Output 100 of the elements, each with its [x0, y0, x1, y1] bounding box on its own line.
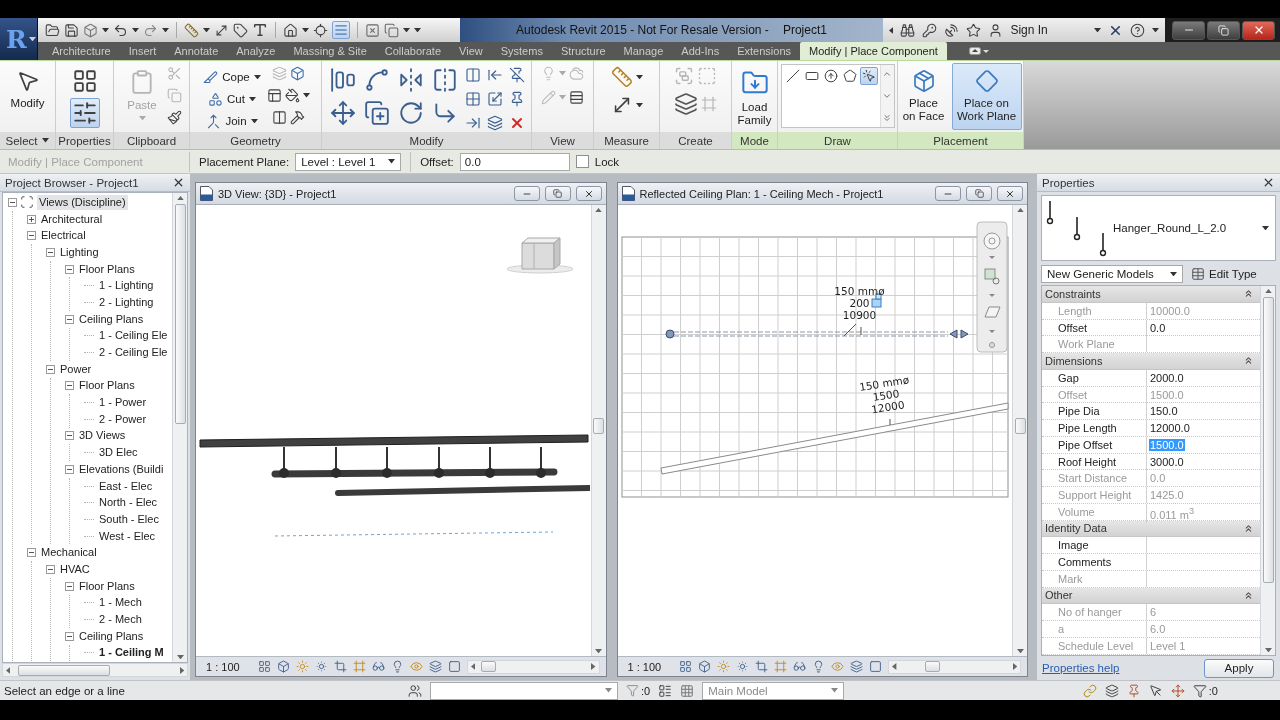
rotate-icon[interactable]: [397, 100, 424, 126]
user-icon[interactable]: [988, 22, 1004, 38]
expand-icon[interactable]: [27, 214, 36, 224]
collapse-icon[interactable]: [1243, 355, 1254, 367]
collapse-icon[interactable]: [1243, 589, 1254, 601]
tree-item[interactable]: 1 - Power: [97, 395, 149, 411]
ribbon-tab[interactable]: Add-Ins: [672, 42, 729, 60]
tree-item[interactable]: 1 - Lighting: [97, 278, 156, 294]
scroll-left-icon[interactable]: [892, 663, 897, 670]
caret-icon[interactable]: [253, 74, 261, 80]
cube-icon[interactable]: [289, 66, 305, 81]
close-icon[interactable]: [583, 188, 594, 199]
square-grip-icon[interactable]: [871, 293, 881, 308]
arrow-to-line-icon[interactable]: [464, 115, 481, 131]
caret-icon[interactable]: [162, 27, 169, 33]
ribbon-tab[interactable]: Structure: [551, 42, 615, 60]
collapse-icon[interactable]: [65, 431, 74, 441]
lock-checkbox[interactable]: [575, 155, 589, 168]
paintbrush-icon[interactable]: [167, 110, 182, 125]
align-icon[interactable]: [329, 67, 356, 93]
tree-item[interactable]: 1 - Mech: [97, 595, 144, 611]
mirror-icon[interactable]: [397, 67, 424, 93]
grid-icon[interactable]: [257, 660, 271, 673]
move-icon[interactable]: [329, 100, 356, 126]
caret-icon[interactable]: [1094, 27, 1101, 33]
restore-button[interactable]: [544, 186, 571, 201]
caret-icon[interactable]: [248, 96, 256, 102]
scroll-up-icon[interactable]: [882, 69, 892, 79]
cube-icon[interactable]: [83, 22, 98, 38]
view-scale[interactable]: 1 : 100: [206, 660, 240, 673]
crosshair-icon[interactable]: [313, 22, 328, 38]
tree-item[interactable]: 3D Elec: [97, 445, 140, 461]
caret-icon[interactable]: [1170, 271, 1177, 277]
star-icon[interactable]: [966, 22, 982, 38]
scroll-thumb[interactable]: [18, 664, 111, 676]
group-header[interactable]: Constraints: [1042, 286, 1260, 303]
grip-icon[interactable]: [988, 342, 995, 348]
tree-item[interactable]: North - Elec: [97, 495, 160, 511]
rows-icon[interactable]: [569, 90, 584, 105]
scroll-down-icon[interactable]: [882, 91, 892, 101]
join-button[interactable]: Join: [204, 110, 260, 132]
edit-type-button[interactable]: Edit Type: [1188, 264, 1260, 284]
instance-filter-dropdown[interactable]: New Generic Models: [1041, 265, 1183, 283]
grid-icon[interactable]: [464, 91, 481, 107]
caret-icon[interactable]: [1152, 27, 1159, 33]
vertical-scrollbar[interactable]: [172, 193, 187, 662]
scan-icon[interactable]: [20, 195, 34, 210]
scroll-down-icon[interactable]: [595, 648, 602, 653]
collapse-icon[interactable]: [8, 197, 17, 207]
tree-item[interactable]: HVAC: [58, 561, 92, 577]
tree-item[interactable]: West - Elec: [97, 528, 158, 544]
application-menu-button[interactable]: R: [0, 18, 38, 60]
sign-in-button[interactable]: Sign In: [1010, 23, 1048, 37]
apply-button[interactable]: Apply: [1204, 658, 1274, 678]
tree-item[interactable]: Ceiling Plans: [77, 311, 146, 327]
tree-item[interactable]: Floor Plans: [77, 578, 137, 594]
scroll-left-icon[interactable]: [470, 663, 475, 670]
close-button[interactable]: [1242, 20, 1275, 40]
scroll-right-icon[interactable]: [591, 663, 596, 670]
mirror-bracket-icon[interactable]: [431, 67, 458, 93]
crop-icon[interactable]: [333, 660, 347, 673]
merge-arrows-icon[interactable]: [206, 113, 222, 129]
group-header[interactable]: Identity Data: [1042, 520, 1260, 538]
copy-plus-icon[interactable]: [363, 100, 390, 126]
caret-icon[interactable]: [302, 27, 309, 33]
scroll-down-icon[interactable]: [1264, 647, 1272, 652]
ribbon-tab[interactable]: Collaborate: [375, 42, 451, 60]
parallelogram-icon[interactable]: [984, 306, 1000, 318]
tag-icon[interactable]: [233, 22, 248, 38]
tree-item[interactable]: 2 - Mech: [97, 612, 144, 628]
caret-icon[interactable]: [1262, 225, 1269, 231]
place-on-work-plane-button[interactable]: Place on Work Plane: [951, 63, 1022, 130]
scroll-thumb[interactable]: [924, 661, 940, 672]
restore-icon[interactable]: [553, 189, 562, 198]
ruler-icon[interactable]: [184, 22, 199, 38]
tree-item[interactable]: 1 - Ceiling Ele: [97, 328, 170, 344]
hammer-icon[interactable]: [289, 110, 305, 125]
layers-icon[interactable]: [674, 92, 698, 116]
pointer-icon[interactable]: [1148, 683, 1163, 698]
dim-sun-icon[interactable]: [314, 660, 328, 673]
collapse-icon[interactable]: [65, 381, 74, 391]
tree-item[interactable]: Floor Plans: [77, 378, 137, 394]
horizontal-scrollbar[interactable]: [888, 659, 1021, 674]
tree-item[interactable]: Floor Plans: [77, 261, 137, 277]
open-folder-icon[interactable]: [45, 22, 60, 38]
modify-button[interactable]: Modify: [3, 63, 52, 130]
grid-icon[interactable]: [680, 683, 695, 698]
layers-icon[interactable]: [428, 660, 442, 673]
type-selector[interactable]: Hanger_Round_L_2.0: [1041, 195, 1276, 261]
scroll-thumb[interactable]: [1262, 297, 1274, 584]
shapes-icon[interactable]: [208, 91, 224, 107]
group-header[interactable]: Dimensions: [1042, 353, 1260, 370]
tree-item[interactable]: 1 - Ceiling M: [97, 645, 166, 661]
collapse-icon[interactable]: [46, 564, 55, 574]
close-icon[interactable]: [1262, 176, 1275, 189]
text-icon[interactable]: [252, 22, 268, 38]
scroll-thumb[interactable]: [481, 661, 496, 672]
collapse-icon[interactable]: [46, 247, 55, 257]
pin-icon[interactable]: [1126, 683, 1141, 698]
table-icon[interactable]: [1191, 267, 1205, 281]
